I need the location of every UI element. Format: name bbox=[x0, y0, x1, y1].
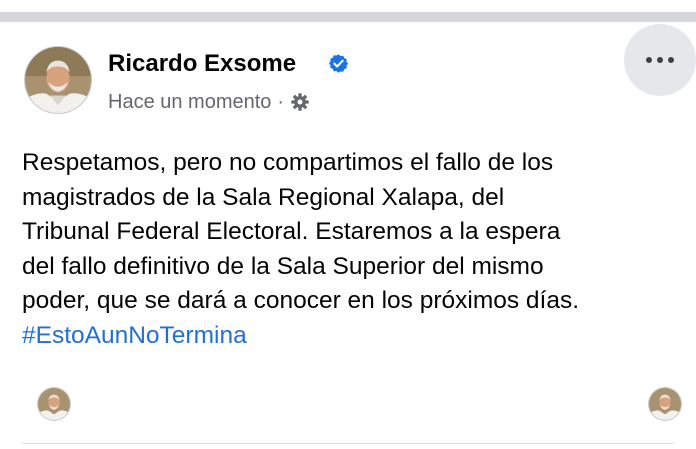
more-options-button[interactable] bbox=[624, 24, 696, 96]
verified-badge-icon bbox=[328, 54, 349, 73]
post-card: Ricardo Exsome Hace un momento · Respeta… bbox=[0, 22, 696, 449]
post-meta: Hace un momento · bbox=[108, 90, 310, 114]
post-body-line: Respetamos, pero no compartimos el fallo… bbox=[22, 149, 554, 176]
avatar-photo-icon bbox=[38, 388, 70, 420]
author-avatar[interactable] bbox=[24, 46, 92, 114]
post-body-line: Tribunal Federal Electoral. Estaremos a … bbox=[22, 218, 561, 245]
comment-avatar[interactable] bbox=[648, 387, 682, 421]
page: Ricardo Exsome Hace un momento · Respeta… bbox=[0, 0, 696, 449]
post-timestamp[interactable]: Hace un momento bbox=[108, 91, 271, 114]
avatar-photo-icon bbox=[649, 388, 681, 420]
author-name[interactable]: Ricardo Exsome bbox=[108, 50, 296, 78]
avatar-photo-icon bbox=[25, 47, 91, 113]
post-body-line: magistrados de la Sala Regional Xalapa, … bbox=[22, 183, 505, 211]
post-body: Respetamos, pero no compartimos el fallo… bbox=[22, 146, 682, 353]
meta-separator: · bbox=[277, 90, 285, 113]
post-body-line: poder, que se dará a conocer en los próx… bbox=[22, 287, 580, 314]
bottom-divider bbox=[22, 443, 674, 444]
reaction-avatar[interactable] bbox=[37, 387, 71, 421]
more-options-icon bbox=[646, 57, 674, 63]
top-divider bbox=[0, 12, 696, 22]
gear-icon[interactable] bbox=[290, 92, 310, 112]
post-body-line: del fallo definitivo de la Sala Superior… bbox=[22, 252, 544, 280]
hashtag-link[interactable]: #EstoAunNoTermina bbox=[22, 319, 247, 354]
